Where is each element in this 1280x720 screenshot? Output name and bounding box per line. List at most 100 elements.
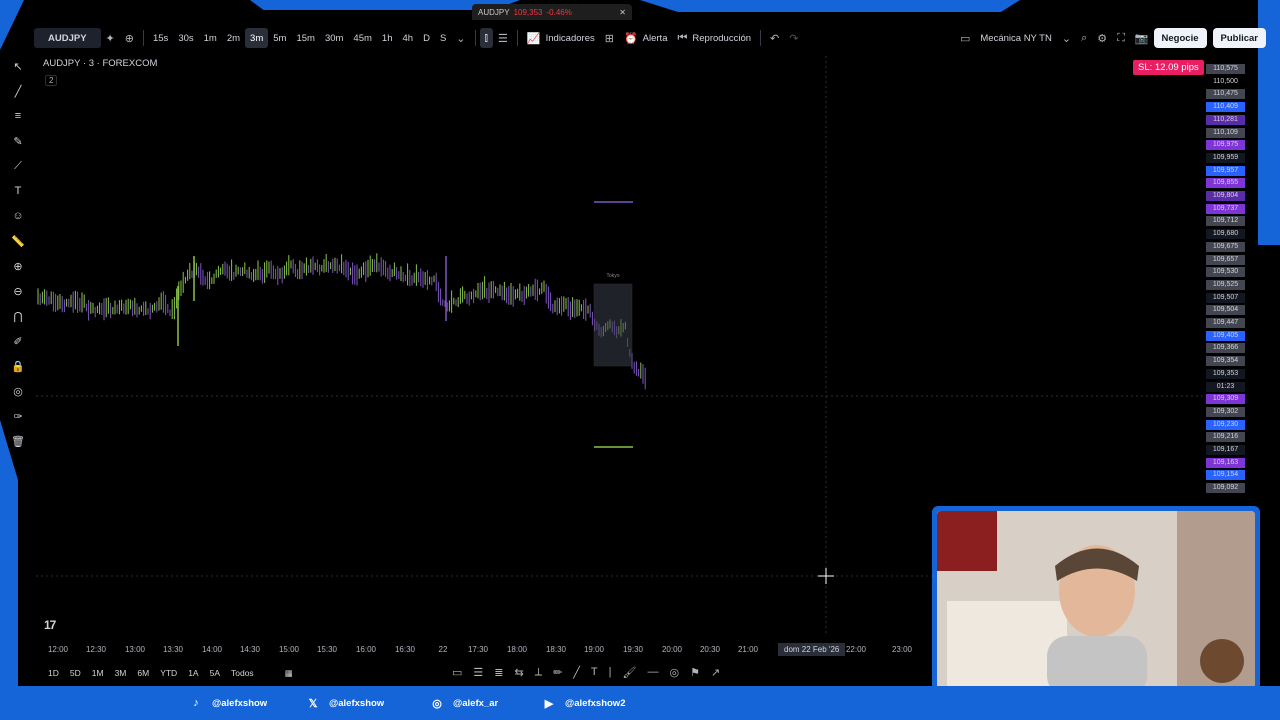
calendar-icon[interactable]: ▦ [281,668,297,679]
hide-icon[interactable]: ✑ [13,410,22,425]
interval-30m[interactable]: 30m [320,28,348,48]
range-5d[interactable]: 5D [66,668,85,678]
interval-45m[interactable]: 45m [348,28,376,48]
settings-icon[interactable]: ⚙ [1092,28,1112,48]
time-tick: 14:30 [239,645,261,654]
add-symbol-icon[interactable]: ⊕ [120,28,139,48]
range-1d[interactable]: 1D [44,668,63,678]
price-label: 109,737 [1206,203,1245,214]
alert-button[interactable]: ⏰ Alerta [619,28,673,48]
range-5a[interactable]: 5A [206,668,224,678]
eye-icon[interactable]: ◎ [13,385,23,400]
range-todos[interactable]: Todos [227,668,258,678]
symbol-search-button[interactable]: AUDJPY [34,28,101,48]
interval-15m[interactable]: 15m [291,28,319,48]
layout-icon[interactable]: ▭ [955,28,975,48]
star-icon[interactable]: ✦ [101,28,120,48]
webcam-image [937,511,1255,689]
social-x[interactable]: 𝕏 @alefxshow [305,695,385,711]
interval-1h[interactable]: 1h [377,28,398,48]
replay-button[interactable]: ⏮ Reproducción [672,28,756,48]
social-tiktok[interactable]: ♪ @alefxshow [188,695,267,711]
interval-3m[interactable]: 3m [245,28,269,48]
time-tick: 21:00 [737,645,759,654]
vline-icon[interactable]: | [609,666,612,678]
price-label: 109,163 [1206,457,1245,468]
arrow-icon[interactable]: ↗ [711,666,720,679]
price-label: 110,281 [1206,114,1245,125]
interval-1m[interactable]: 1m [199,28,222,48]
time-tick: 19:00 [583,645,605,654]
interval-2m[interactable]: 2m [222,28,245,48]
trade-button[interactable]: Negocie [1153,28,1207,48]
camera-icon[interactable]: 📷 [1130,28,1154,48]
tab-change: -0.46% [546,7,572,17]
measure-icon[interactable]: ⟂ [535,666,542,679]
text-tool-icon[interactable]: T [591,666,598,678]
indicators-button[interactable]: 📈 Indicadores [522,28,600,48]
zoom-out-icon[interactable]: ⊖ [13,285,22,300]
price-scale[interactable]: 110,575 110,500 110,475 110,409 110,281 110,1… [1206,64,1246,509]
left-drawing-toolbar: ↖ ╱ ≡ ✎ ⟋ T ☺ 📏 ⊕ ⊖ ⋂ ✐ 🔒 ◎ ✑ 🗑 [8,60,28,510]
price-label: 109,712 [1206,216,1245,227]
interval-D[interactable]: D [418,28,435,48]
brush-icon[interactable]: 🖌 [623,666,637,679]
quick-search-icon[interactable]: ⌕ [1076,28,1092,48]
time-tick: 13:30 [162,645,184,654]
range-ytd[interactable]: YTD [156,668,181,678]
session-box [593,283,633,367]
hlines-icon[interactable]: ☰ [473,666,483,679]
redo-icon[interactable]: ↷ [784,28,803,48]
range-3m[interactable]: 3M [111,668,131,678]
undo-icon[interactable]: ↶ [765,28,784,48]
chart-type-icon[interactable]: ☰ [493,28,513,48]
range-6m[interactable]: 6M [133,668,153,678]
templates-icon[interactable]: ⊞ [600,28,619,48]
price-label: 109,309 [1206,394,1245,405]
time-tick: 16:30 [394,645,416,654]
chart-badge[interactable]: 2 [45,75,58,86]
price-label: 109,504 [1206,305,1245,316]
trash-icon[interactable]: 🗑 [11,435,25,450]
publish-button[interactable]: Publicar [1212,28,1266,48]
ruler-icon[interactable]: 📏 [11,235,25,250]
lock-draw-icon[interactable]: ✐ [13,335,22,350]
social-youtube[interactable]: ▶ @alefxshow2 [541,695,626,711]
target-icon[interactable]: ◎ [669,666,679,679]
interval-S[interactable]: S [435,28,451,48]
pen-icon[interactable]: ✏ [553,666,562,679]
fib-icon[interactable]: ≡ [15,110,21,125]
emoji-icon[interactable]: ☺ [12,210,23,225]
interval-15s[interactable]: 15s [148,28,173,48]
trendline-icon[interactable]: ╱ [15,85,22,100]
layout-name-button[interactable]: Mecánica NY TN [975,28,1056,48]
browser-tab[interactable]: AUDJPY 109,353 -0.46% ✕ [472,4,632,20]
rectangle-icon[interactable]: ▭ [452,666,462,679]
chevron-down-icon[interactable]: ⌄ [1057,28,1076,48]
ray-icon[interactable]: ⇆ [515,666,524,679]
close-icon[interactable]: ✕ [619,8,626,17]
cursor-icon[interactable]: ↖ [13,60,22,75]
hline-icon[interactable]: — [647,666,658,678]
frame-decoration [640,0,1020,12]
chevron-down-icon[interactable]: ⌄ [451,28,470,48]
magnet-icon[interactable]: ⋂ [13,310,22,325]
lock-icon[interactable]: 🔒 [11,360,25,375]
candles-icon[interactable]: ⫾ [479,28,494,48]
line-icon[interactable]: ╱ [573,666,580,679]
social-instagram[interactable]: ◎ @alefx_ar [429,695,498,711]
pattern-icon[interactable]: ⟋ [14,160,22,175]
fullscreen-icon[interactable]: ⛶ [1112,28,1130,48]
interval-5m[interactable]: 5m [268,28,291,48]
range-1m[interactable]: 1M [88,668,108,678]
price-label: 110,575 [1206,64,1245,74]
zoom-in-icon[interactable]: ⊕ [13,260,22,275]
flag-icon[interactable]: ⚑ [690,666,700,679]
range-1a[interactable]: 1A [184,668,202,678]
interval-4h[interactable]: 4h [397,28,418,48]
brush-icon[interactable]: ✎ [13,135,22,150]
price-label: 109,366 [1206,343,1245,354]
channel-icon[interactable]: ≣ [494,666,503,679]
interval-30s[interactable]: 30s [173,28,198,48]
text-icon[interactable]: T [15,185,22,200]
